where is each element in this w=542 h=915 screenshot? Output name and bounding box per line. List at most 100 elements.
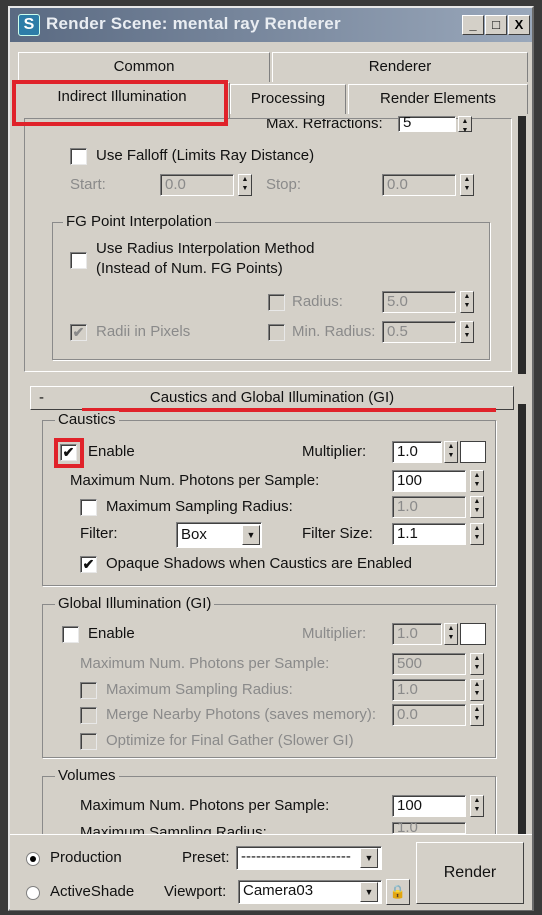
gi-enable-label: Enable [88, 625, 135, 642]
max-refractions-label: Max. Refractions: [266, 119, 383, 131]
volumes-photons-field[interactable]: 100 [392, 795, 466, 817]
caustics-gi-rollout-title: Caustics and Global Illumination (GI) [149, 389, 395, 406]
preset-value: ---------------------- [241, 848, 351, 865]
fg-point-interpolation-title: FG Point Interpolation [63, 213, 215, 230]
filter-value: Box [181, 526, 207, 543]
upper-scrollbar[interactable] [518, 116, 526, 374]
gi-color-swatch[interactable] [460, 623, 486, 645]
preset-chevron-down-icon[interactable]: ▼ [360, 848, 378, 868]
start-field[interactable]: 0.0 [160, 174, 234, 196]
filter-size-label: Filter Size: [302, 525, 373, 542]
opaque-shadows-checkbox[interactable]: ✔ [80, 556, 97, 573]
caustics-gi-rollout-header[interactable]: - Caustics and Global Illumination (GI) [30, 386, 514, 410]
min-radius-label: Min. Radius: [292, 323, 376, 340]
gi-max-radius-label: Maximum Sampling Radius: [106, 681, 293, 698]
use-radius-label-line1: Use Radius Interpolation Method [96, 240, 315, 257]
caustics-multiplier-spinner[interactable]: ▲ ▼ [444, 441, 458, 463]
max-refractions-field[interactable]: 5 [398, 115, 456, 132]
preset-label: Preset: [182, 849, 230, 866]
min-radius-field[interactable]: 0.5 [382, 321, 456, 343]
radius-field[interactable]: 5.0 [382, 291, 456, 313]
caustics-max-radius-field[interactable]: 1.0 [392, 496, 466, 518]
tab-render-elements[interactable]: Render Elements [348, 84, 528, 114]
use-radius-interpolation-checkbox[interactable] [70, 252, 87, 269]
caustics-max-radius-checkbox[interactable] [80, 499, 97, 516]
title-bar[interactable]: S Render Scene: mental ray Renderer _ □ … [10, 8, 532, 42]
merge-photons-spinner[interactable]: ▲ ▼ [470, 704, 484, 726]
stop-spinner[interactable]: ▲ ▼ [460, 174, 474, 196]
gi-max-radius-spinner[interactable]: ▲ ▼ [470, 679, 484, 701]
gi-max-radius-field[interactable]: 1.0 [392, 679, 466, 701]
caustics-photons-field[interactable]: 100 [392, 470, 466, 492]
rollout-underline-highlight [82, 408, 496, 412]
gi-multiplier-label: Multiplier: [302, 625, 367, 642]
maximize-button[interactable]: □ [485, 15, 507, 35]
caustics-photons-label: Maximum Num. Photons per Sample: [70, 472, 320, 489]
caustics-enable-label: Enable [88, 443, 135, 460]
opaque-shadows-label: Opaque Shadows when Caustics are Enabled [106, 555, 413, 572]
start-label: Start: [70, 176, 106, 193]
optimize-fg-checkbox[interactable] [80, 733, 97, 750]
viewport-label: Viewport: [164, 883, 227, 900]
merge-photons-checkbox[interactable] [80, 707, 97, 724]
tab-processing[interactable]: Processing [230, 84, 346, 114]
gi-photons-spinner[interactable]: ▲ ▼ [470, 653, 484, 675]
filter-label: Filter: [80, 525, 118, 542]
production-radio[interactable] [26, 852, 40, 866]
activeshade-radio[interactable] [26, 886, 40, 900]
filter-size-field[interactable]: 1.1 [392, 523, 466, 545]
min-radius-spinner[interactable]: ▲ ▼ [460, 321, 474, 343]
production-label: Production [50, 849, 122, 866]
window-title: Render Scene: mental ray Renderer [46, 14, 341, 33]
tab-common[interactable]: Common [18, 52, 270, 82]
radii-in-pixels-checkbox[interactable]: ✔ [70, 324, 87, 341]
viewport-chevron-down-icon[interactable]: ▼ [360, 882, 378, 902]
gi-photons-label: Maximum Num. Photons per Sample: [80, 655, 330, 672]
caustics-max-radius-spinner[interactable]: ▲ ▼ [470, 496, 484, 518]
volumes-group-title: Volumes [55, 767, 119, 784]
chevron-down-icon[interactable]: ▼ [242, 525, 260, 545]
optimize-fg-label: Optimize for Final Gather (Slower GI) [106, 732, 354, 749]
merge-photons-label: Merge Nearby Photons (saves memory): [106, 706, 377, 723]
caustics-photons-spinner[interactable]: ▲ ▼ [470, 470, 484, 492]
caustics-color-swatch[interactable] [460, 441, 486, 463]
min-radius-checkbox[interactable] [268, 324, 285, 341]
stop-label: Stop: [266, 176, 302, 193]
volumes-max-radius-field[interactable]: 1.0 [392, 822, 466, 834]
gi-group-title: Global Illumination (GI) [55, 595, 215, 612]
start-spinner[interactable]: ▲ ▼ [238, 174, 252, 196]
gi-multiplier-field[interactable]: 1.0 [392, 623, 442, 645]
enable-highlight-box [54, 438, 84, 468]
gi-photons-field[interactable]: 500 [392, 653, 466, 675]
volumes-max-radius-label: Maximum Sampling Radius: [80, 824, 267, 834]
gi-max-radius-checkbox[interactable] [80, 682, 97, 699]
tab-renderer[interactable]: Renderer [272, 52, 528, 82]
gi-multiplier-spinner[interactable]: ▲ ▼ [444, 623, 458, 645]
use-falloff-label: Use Falloff (Limits Ray Distance) [96, 147, 315, 164]
merge-photons-field[interactable]: 0.0 [392, 704, 466, 726]
activeshade-label: ActiveShade [50, 883, 135, 900]
volumes-photons-spinner[interactable]: ▲ ▼ [470, 795, 484, 817]
render-button[interactable]: Render [416, 842, 524, 904]
tab-highlight-box [12, 80, 228, 126]
app-icon[interactable]: S [18, 14, 40, 36]
lock-icon[interactable]: 🔒 [386, 879, 410, 905]
caustics-group-title: Caustics [55, 411, 119, 428]
filter-size-spinner[interactable]: ▲ ▼ [470, 523, 484, 545]
close-button[interactable]: X [508, 15, 530, 35]
use-radius-label-line2: (Instead of Num. FG Points) [96, 260, 283, 277]
gi-enable-checkbox[interactable] [62, 626, 79, 643]
stop-field[interactable]: 0.0 [382, 174, 456, 196]
rollout-toggle[interactable]: - [39, 387, 44, 409]
viewport-value: Camera03 [243, 882, 314, 899]
max-refractions-spinner[interactable]: ▲ ▼ [458, 116, 472, 134]
volumes-photons-label: Maximum Num. Photons per Sample: [80, 797, 330, 814]
caustics-multiplier-field[interactable]: 1.0 [392, 441, 442, 463]
radius-spinner[interactable]: ▲ ▼ [460, 291, 474, 313]
radii-in-pixels-label: Radii in Pixels [96, 323, 191, 340]
lower-scrollbar[interactable] [518, 404, 526, 834]
radius-label: Radius: [292, 293, 343, 310]
use-falloff-checkbox[interactable] [70, 148, 87, 165]
radius-checkbox[interactable] [268, 294, 285, 311]
minimize-button[interactable]: _ [462, 15, 484, 35]
